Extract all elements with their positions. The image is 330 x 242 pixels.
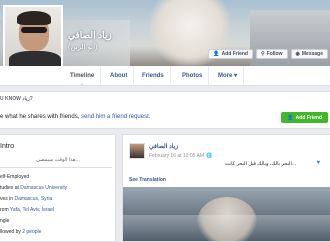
blue-heart-icon: ♥ [316, 160, 320, 166]
intro-title: Intro [0, 143, 15, 150]
post-author-name[interactable]: زياد الصافي [149, 143, 178, 150]
divider [0, 167, 112, 168]
follow-button[interactable]: ⚲ Follow [255, 49, 288, 59]
add-friend-button[interactable]: 👤 Add Friend [208, 49, 253, 59]
profile-name[interactable]: زياد الصافي [68, 30, 112, 41]
rss-icon: ⚲ [260, 51, 265, 57]
add-friend-icon: 👤 [213, 51, 220, 57]
intro-work: elf-Employed [0, 174, 30, 180]
tab-about[interactable]: About [104, 66, 135, 86]
globe-icon: 🌐 [206, 153, 213, 159]
post-meta: February 16 at 10:05 AM 🌐 [149, 153, 212, 159]
post-photo[interactable] [123, 187, 330, 241]
add-friend-icon: 👤 [287, 114, 294, 121]
cover-actions: 👤 Add Friend ⚲ Follow ◉ Message [208, 49, 328, 59]
do-you-know-heading: U KNOW زياد? [0, 96, 33, 102]
profile-name-block: زياد الصافي (أبو الزين) [68, 30, 112, 51]
tab-more[interactable]: More ▾ [212, 66, 245, 86]
followers-link[interactable]: 2 people [22, 229, 41, 235]
intro-education: tudies at Damascus University [0, 185, 68, 191]
intro-bio: هذا الوقت سيمضي... [36, 157, 80, 163]
post-author-avatar[interactable] [129, 143, 145, 159]
intro-relationship: ngle [0, 218, 10, 224]
messenger-icon: ◉ [295, 51, 300, 57]
do-you-know-box: U KNOW زياد? e what he shares with frien… [0, 91, 330, 129]
tab-timeline[interactable]: Timeline [64, 66, 102, 86]
tab-photos[interactable]: Photos [176, 66, 210, 86]
timeline-post: زياد الصافي February 16 at 10:05 AM 🌐 ..… [122, 134, 330, 242]
add-friend-green-button[interactable]: 👤 Add Friend [281, 112, 328, 123]
see-translation-link[interactable]: See Translation [129, 177, 166, 183]
lives-in-link[interactable]: Damascus, Syria [14, 196, 52, 202]
send-friend-request-link[interactable]: send him a friend request. [81, 114, 150, 120]
post-date[interactable]: February 16 at 10:05 AM [149, 153, 204, 159]
friend-request-prompt: e what he shares with friends, send him … [0, 114, 151, 120]
profile-alt-name: (أبو الزين) [68, 44, 98, 51]
post-text: ...البحر بالك، وبالك قبل البحر كانت [224, 161, 296, 167]
education-link[interactable]: Damascus University [20, 185, 67, 191]
intro-card: Intro هذا الوقت سيمضي... elf-Employed tu… [0, 134, 116, 242]
tab-friends[interactable]: Friends [136, 66, 171, 86]
intro-from: rom Yafa, Tel Aviv, Israel [0, 207, 55, 213]
message-button[interactable]: ◉ Message [290, 49, 328, 59]
profile-picture[interactable] [3, 5, 63, 68]
hometown-link[interactable]: Yafa, Tel Aviv, Israel [10, 207, 54, 213]
intro-followers: llowed by 2 people [0, 229, 42, 235]
intro-lives-in: ves in Damascus, Syria [0, 196, 53, 202]
profile-tabs: Timeline About Friends Photos More ▾ [0, 66, 330, 86]
